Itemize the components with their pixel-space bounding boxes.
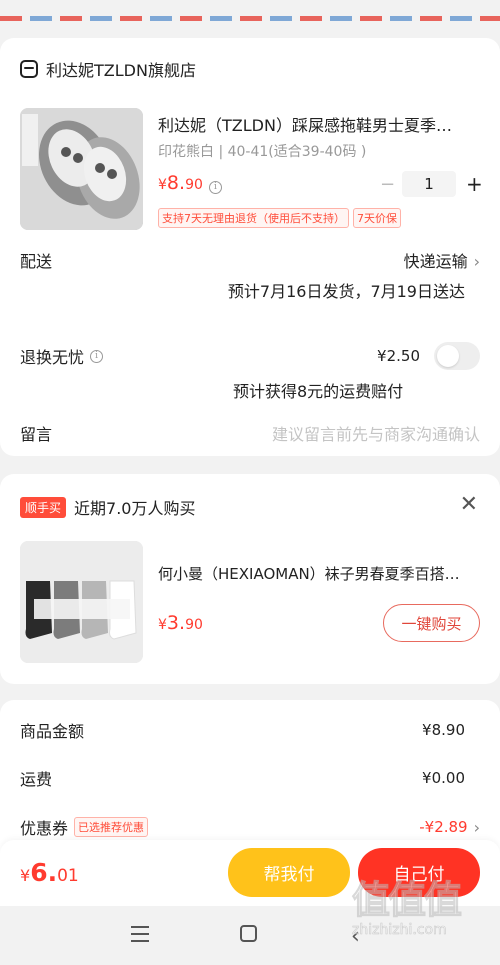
plus-icon[interactable]: + xyxy=(466,172,483,196)
coupon-tag: 已选推荐优惠 xyxy=(74,817,149,837)
chevron-right-icon: › xyxy=(473,252,480,271)
message-label: 留言 xyxy=(20,425,53,444)
order-card: 利达妮TZLDN旗舰店 利达妮（TZLDN）踩屎感拖鞋男士夏季… 印花熊白 | … xyxy=(0,38,500,456)
menu-icon[interactable] xyxy=(131,926,149,942)
close-icon[interactable]: ✕ xyxy=(460,492,478,517)
product-price: ¥ 8. 90 i xyxy=(158,172,222,194)
minus-icon[interactable]: − xyxy=(380,174,395,195)
shop-icon xyxy=(20,60,38,78)
product-image[interactable] xyxy=(20,108,143,230)
recommend-item-image[interactable] xyxy=(20,541,143,663)
delivery-row[interactable]: 配送 快递运输 › xyxy=(20,248,480,272)
info-icon[interactable]: i xyxy=(208,180,222,194)
return-service-price: ¥2.50 xyxy=(377,347,420,365)
info-icon[interactable]: i xyxy=(90,349,104,363)
delivery-estimate: 预计7月16日发货，7月19日送达 xyxy=(227,282,465,301)
delivery-method: 快递运输 xyxy=(403,252,468,271)
return-service-note: 预计获得8元的运费赔付 xyxy=(233,382,404,401)
shipping-row: 运费 ¥0.00 xyxy=(20,769,465,789)
coupon-label: 优惠券 xyxy=(20,819,69,838)
message-row[interactable]: 留言 建议留言前先与商家沟通确认 xyxy=(20,421,480,445)
recommend-card: 顺手买 近期7.0万人购买 ✕ 何小曼（HEXIAOMAN）袜子男春夏季百搭… … xyxy=(0,474,500,684)
product-title[interactable]: 利达妮（TZLDN）踩屎感拖鞋男士夏季… xyxy=(158,112,480,136)
coupon-value: -¥2.89 xyxy=(419,818,468,836)
delivery-label: 配送 xyxy=(20,252,53,271)
return-service-label: 退换无忧 xyxy=(20,348,85,367)
one-click-buy-button[interactable]: 一键购买 xyxy=(383,604,480,642)
airmail-top-border xyxy=(0,0,500,24)
watermark: 值值值 zhizhizhi.com xyxy=(352,878,492,956)
coupon-row[interactable]: 优惠券 已选推荐优惠 -¥2.89 › xyxy=(20,815,480,839)
tag-price-protect: 7天价保 xyxy=(353,208,401,228)
quantity-stepper: − 1 + xyxy=(380,171,483,197)
recommend-header: 顺手买 近期7.0万人购买 xyxy=(20,495,480,519)
goods-amount-row: 商品金额 ¥8.90 xyxy=(20,721,465,741)
watermark-url: zhizhizhi.com xyxy=(352,922,447,939)
help-me-pay-button[interactable]: 帮我付 xyxy=(228,848,350,897)
shop-name[interactable]: 利达妮TZLDN旗舰店 xyxy=(46,57,196,81)
return-service-row: 退换无忧 i ¥2.50 xyxy=(20,342,480,370)
total-price: ¥ 6. 01 xyxy=(20,858,79,887)
recommend-item-title[interactable]: 何小曼（HEXIAOMAN）袜子男春夏季百搭… xyxy=(158,563,480,584)
quantity-value[interactable]: 1 xyxy=(402,171,456,197)
tag-return: 支持7天无理由退货（使用后不支持） xyxy=(158,208,349,228)
chevron-right-icon: › xyxy=(473,817,480,837)
summary-card: 商品金额 ¥8.90 运费 ¥0.00 优惠券 已选推荐优惠 -¥2.89 › xyxy=(0,700,500,860)
return-service-toggle[interactable] xyxy=(434,342,480,370)
product-spec[interactable]: 印花熊白 | 40-41(适合39-40码 ) xyxy=(158,141,366,161)
message-input[interactable]: 建议留言前先与商家沟通确认 xyxy=(272,421,480,445)
product-tags: 支持7天无理由退货（使用后不支持） 7天价保 xyxy=(158,208,401,228)
recommend-headline: 近期7.0万人购买 xyxy=(74,499,196,518)
home-icon[interactable] xyxy=(240,925,257,942)
recommend-badge: 顺手买 xyxy=(20,496,67,518)
watermark-logo: 值值值 xyxy=(352,878,463,923)
recommend-item-price: ¥ 3. 90 xyxy=(158,612,203,634)
